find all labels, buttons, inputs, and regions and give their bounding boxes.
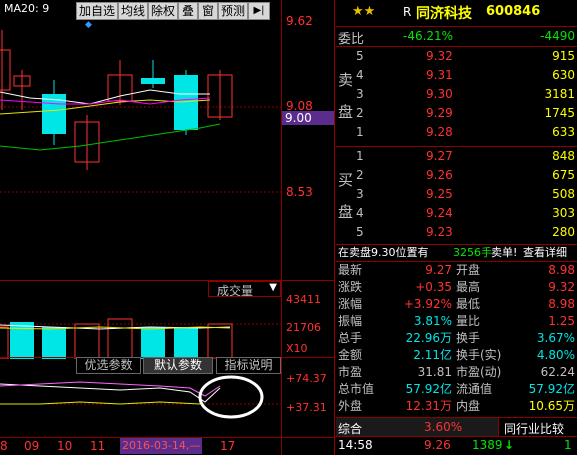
price-axis-divider	[281, 0, 282, 455]
order-ratio-pct: -46.21%	[403, 29, 454, 43]
buy-row[interactable]: 2 9.26 675	[336, 166, 577, 185]
tab-preferred-params[interactable]: 优选参数	[76, 357, 141, 374]
toolbar-menu-button[interactable]: ▶|	[248, 2, 270, 20]
candle	[141, 60, 165, 88]
stats-row: 涨幅 +3.92% 最低 8.98	[338, 297, 575, 311]
tab-industry-compare[interactable]: 同行业比较	[498, 418, 577, 436]
moving-average-button[interactable]: 均线	[118, 2, 148, 20]
tick-volume: 1389	[472, 438, 503, 452]
chart-divider	[0, 280, 335, 281]
buy-row[interactable]: 1 9.27 848	[336, 147, 577, 166]
indicator-axis-top: +74.37	[286, 372, 327, 385]
volume-axis-top: 43411	[286, 293, 321, 306]
volume-bar	[207, 323, 233, 359]
notice-text: 在卖盘9.30位置有	[338, 246, 429, 259]
bottom-tab-bar: 综合 3.60% 同行业比较	[336, 418, 577, 436]
date-label: 8	[0, 439, 8, 453]
volume-indicator-select[interactable]: 成交量 ▼	[208, 281, 281, 298]
panel-divider	[334, 0, 335, 455]
volume-bar	[42, 327, 66, 359]
arrow-down-icon: ↓	[504, 438, 515, 452]
chevron-down-icon: ▼	[269, 282, 277, 293]
indicator-axis-bottom: +37.31	[286, 401, 327, 414]
candle	[42, 80, 66, 145]
buy-side: 买 盘 1 9.27 848 2 9.26 675 3 9.25 508 4 9.24 303 …	[336, 147, 577, 244]
tab-composite[interactable]: 综合 3.60%	[336, 418, 498, 436]
volume-chart	[0, 318, 281, 359]
order-ratio-diff: -4490	[540, 29, 575, 43]
volume-bar	[10, 322, 34, 359]
highlight-circle	[198, 375, 264, 419]
sell-row[interactable]: 5 9.32 915	[336, 47, 577, 66]
buy-row[interactable]: 5 9.23 280	[336, 223, 577, 242]
tick-flag: 1	[564, 438, 572, 452]
volume-bar	[0, 326, 9, 359]
sell-row[interactable]: 4 9.31 630	[336, 66, 577, 85]
date-label: 09	[24, 439, 40, 453]
stock-header: ★★ R 同济科技 600846	[336, 0, 577, 26]
sell-row[interactable]: 1 9.28 633	[336, 123, 577, 142]
sell-side: 卖 盘 5 9.32 915 4 9.31 630 3 9.30 3181 2 9.29 174…	[336, 47, 577, 146]
sell-row[interactable]: 3 9.30 3181	[336, 85, 577, 104]
volume-bar	[107, 318, 133, 359]
stats-row: 涨跌 +0.35 最高 9.32	[338, 280, 575, 294]
indicator-chart	[0, 375, 281, 419]
tick-price: 9.26	[424, 438, 451, 452]
stats-table: 最新 9.27 开盘 8.98 涨跌 +0.35 最高 9.32 涨幅 +3.92% 最低 8.9…	[336, 263, 577, 416]
tick-row: 14:58 9.26 1389 ↓ 1	[336, 438, 577, 455]
volume-axis-unit: X10	[286, 342, 308, 355]
view-details-link[interactable]: 查看详细	[523, 245, 567, 261]
candle	[174, 70, 198, 135]
quote-panel: ★★ R 同济科技 600846 委比 -46.21% -4490 卖 盘 59…	[336, 0, 577, 455]
date-cursor-label: 2016-03-14,—	[120, 438, 203, 454]
indicator-line-white	[0, 383, 221, 403]
sell-row[interactable]: 2 9.29 1745	[336, 104, 577, 123]
candle	[13, 70, 31, 110]
order-ratio-row: 委比 -46.21% -4490	[336, 27, 577, 47]
price-axis-low: 8.53	[286, 185, 313, 199]
stats-row: 金额 2.11亿 换手(实) 4.80%	[338, 348, 575, 362]
margin-trading-marker: R	[403, 5, 412, 19]
add-watchlist-button[interactable]: 加自选	[76, 2, 118, 20]
current-price-tag: 9.00	[282, 111, 334, 125]
candle	[207, 70, 233, 120]
tick-time: 14:58	[338, 438, 373, 452]
stats-row: 最新 9.27 开盘 8.98	[338, 263, 575, 277]
ma-label: MA20: 9	[4, 2, 50, 15]
chart-panel: MA20: 9 加自选 均线 除权 叠 窗 预测 ▶| ◆ 9.62 9.08 …	[0, 0, 335, 455]
date-axis: 8 09 10 11 2016-03-14,— 17	[0, 438, 281, 455]
stats-row: 外盘 12.31万 内盘 10.65万	[338, 399, 575, 413]
date-label: 17	[220, 439, 236, 453]
stats-row: 市盈 31.81 市盈(动) 62.24	[338, 365, 575, 379]
volume-bar	[141, 327, 165, 359]
volume-bar	[174, 327, 198, 359]
chart-toolbar: MA20: 9 加自选 均线 除权 叠 窗 预测 ▶|	[0, 0, 335, 22]
forecast-button[interactable]: 预测	[218, 2, 248, 20]
buy-row[interactable]: 3 9.25 508	[336, 185, 577, 204]
price-axis-top: 9.62	[286, 14, 313, 28]
stats-row: 总市值 57.92亿 流通值 57.92亿	[338, 382, 575, 396]
date-label: 10	[57, 439, 73, 453]
star-rating-icon: ★★	[352, 4, 376, 19]
big-order-notice: 在卖盘9.30位置有 3256手 卖单! 查看详细	[336, 245, 577, 261]
notice-tag: 卖单!	[491, 246, 518, 259]
candle	[0, 30, 11, 110]
stock-name: 同济科技	[416, 6, 472, 22]
order-ratio-label: 委比	[338, 32, 365, 47]
ex-rights-button[interactable]: 除权	[148, 2, 178, 20]
buy-row[interactable]: 4 9.24 303	[336, 204, 577, 223]
stock-code: 600846	[486, 4, 541, 19]
stats-row: 总手 22.96万 换手 3.67%	[338, 331, 575, 345]
tab-default-params[interactable]: 默认参数	[143, 357, 213, 374]
candle	[74, 115, 100, 170]
overlay-button[interactable]: 叠	[178, 2, 198, 20]
notice-volume: 3256手	[453, 246, 492, 259]
window-button[interactable]: 窗	[198, 2, 218, 20]
candlestick-chart	[0, 30, 281, 193]
tab-indicator-help[interactable]: 指标说明	[216, 357, 281, 374]
volume-axis-mid: 21706	[286, 321, 321, 334]
stats-row: 振幅 3.81% 量比 1.25	[338, 314, 575, 328]
date-label: 11	[90, 439, 106, 453]
